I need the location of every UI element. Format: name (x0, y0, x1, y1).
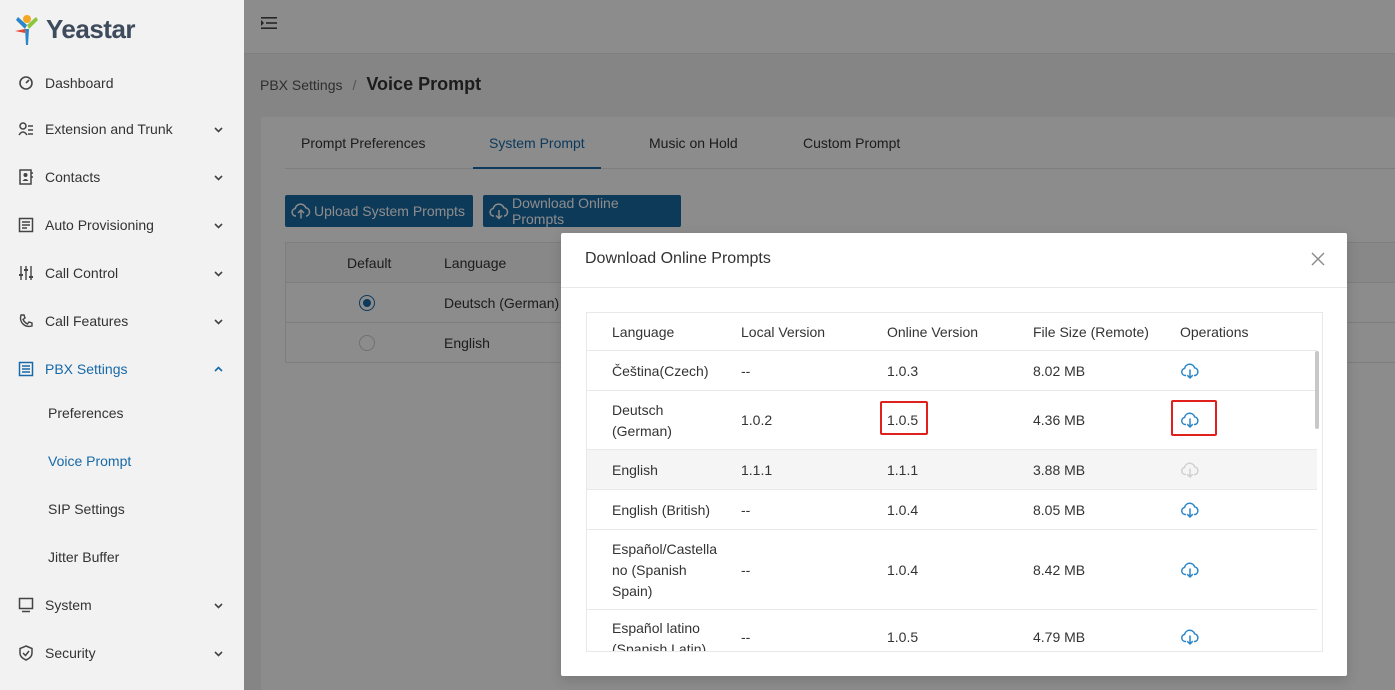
table-header: Language Local Version Online Version Fi… (587, 313, 1317, 351)
yeastar-logo-icon (15, 15, 38, 45)
sidebar-subitem-preferences[interactable]: Preferences (0, 389, 244, 437)
sidebar-item-contacts[interactable]: Contacts (0, 153, 244, 201)
cloud-download-icon[interactable] (1180, 628, 1200, 646)
language-cell: Deutsch (German) (612, 400, 672, 442)
online-version-highlight (880, 401, 928, 435)
sidebar-item-label: Extension and Trunk (45, 121, 173, 137)
pbx-settings-icon (18, 361, 34, 377)
language-line: no (Spanish (612, 562, 687, 578)
sidebar-item-security[interactable]: Security (0, 629, 244, 677)
chevron-down-icon (213, 314, 224, 330)
sidebar-item-call-control[interactable]: Call Control (0, 249, 244, 297)
sidebar-subitem-voice-prompt[interactable]: Voice Prompt (0, 437, 244, 485)
sidebar-item-label: Call Control (45, 265, 119, 281)
table-row: Español latino (Spanish Latin) -- 1.0.5 4.79… (587, 610, 1317, 652)
language-cell: Čeština(Czech) (612, 361, 708, 382)
sidebar-item-label: System (45, 597, 92, 613)
online-prompts-table: Language Local Version Online Version Fi… (586, 312, 1323, 652)
table-scrollbar[interactable] (1315, 351, 1319, 429)
yeastar-logo[interactable]: Yeastar (12, 10, 136, 48)
online-version-cell: 1.0.5 (887, 629, 919, 645)
language-line: Español/Castella (612, 541, 718, 557)
close-icon[interactable] (1311, 252, 1325, 266)
sidebar-item-label: Auto Provisioning (45, 217, 154, 233)
call-control-icon (18, 265, 34, 281)
dialog-title: Download Online Prompts (585, 250, 771, 267)
language-line: Čeština(Czech) (612, 363, 709, 379)
header-language: Language (612, 324, 675, 340)
cloud-download-icon (1180, 461, 1200, 479)
chevron-down-icon (213, 598, 224, 614)
header-local-version: Local Version (741, 324, 826, 340)
language-line: (Spanish Latin) (612, 641, 707, 652)
cloud-download-icon[interactable] (1180, 501, 1200, 519)
file-size-cell: 8.42 MB (1033, 562, 1086, 578)
table-row: English 1.1.1 1.1.1 3.88 MB (587, 450, 1317, 490)
chevron-down-icon (213, 646, 224, 662)
language-cell: Español/Castella no (Spanish Spain) (612, 539, 717, 602)
download-button-highlight (1171, 400, 1217, 436)
sidebar-item-system[interactable]: System (0, 581, 244, 629)
language-cell: Español latino (Spanish Latin) (612, 618, 707, 652)
header-online-version: Online Version (887, 324, 979, 340)
shield-icon (18, 645, 34, 661)
file-size-cell: 8.05 MB (1033, 502, 1086, 518)
language-line: English (612, 462, 658, 478)
sidebar-item-extension-and-trunk[interactable]: Extension and Trunk (0, 105, 244, 153)
cloud-download-icon[interactable] (1180, 561, 1200, 579)
dialog-header: Download Online Prompts (561, 233, 1347, 288)
cloud-download-icon[interactable] (1180, 362, 1200, 380)
phone-icon (18, 313, 34, 329)
table-row: English (British) -- 1.0.4 8.05 MB (587, 490, 1317, 530)
online-version-cell: 1.0.4 (887, 502, 919, 518)
chevron-up-icon (213, 362, 224, 378)
language-cell: English (British) (612, 500, 710, 521)
online-version-cell: 1.0.3 (887, 363, 919, 379)
provisioning-icon (18, 217, 34, 233)
language-line: Español latino (612, 620, 700, 636)
dashboard-icon (18, 75, 34, 91)
online-version-cell: 1.0.4 (887, 562, 919, 578)
download-online-prompts-dialog: Download Online Prompts Language Local V… (561, 233, 1347, 676)
sidebar-item-label: Contacts (45, 169, 101, 185)
local-version-cell: 1.0.2 (741, 412, 773, 428)
sidebar-item-pbx-settings[interactable]: PBX Settings (0, 345, 244, 393)
sidebar-item-call-features[interactable]: Call Features (0, 297, 244, 345)
language-cell: English (612, 460, 658, 481)
local-version-cell: 1.1.1 (741, 462, 773, 478)
sidebar-item-label: Call Features (45, 313, 129, 329)
header-operations: Operations (1180, 324, 1249, 340)
language-line: Spain) (612, 583, 653, 599)
sidebar-item-dashboard[interactable]: Dashboard (0, 59, 244, 107)
language-line: (German) (612, 423, 672, 439)
local-version-cell: -- (741, 502, 751, 518)
chevron-down-icon (213, 122, 224, 138)
table-row: Čeština(Czech) -- 1.0.3 8.02 MB (587, 351, 1317, 391)
table-row: Español/Castella no (Spanish Spain) -- 1.0.4… (587, 530, 1317, 610)
contacts-icon (18, 169, 34, 185)
local-version-cell: -- (741, 629, 751, 645)
sidebar-item-label: PBX Settings (45, 361, 128, 377)
online-version-cell: 1.1.1 (887, 462, 919, 478)
sidebar-item-auto-provisioning[interactable]: Auto Provisioning (0, 201, 244, 249)
sidebar-item-label: Dashboard (45, 75, 114, 91)
sidebar-subitem-jitter-buffer[interactable]: Jitter Buffer (0, 533, 244, 581)
brand-name: Yeastar (46, 13, 136, 44)
chevron-down-icon (213, 170, 224, 186)
language-line: English (British) (612, 502, 711, 518)
sidebar-item-label: Security (45, 645, 96, 661)
header-file-size: File Size (Remote) (1033, 324, 1149, 340)
file-size-cell: 8.02 MB (1033, 363, 1086, 379)
file-size-cell: 4.79 MB (1033, 629, 1086, 645)
chevron-down-icon (213, 218, 224, 234)
local-version-cell: -- (741, 562, 751, 578)
local-version-cell: -- (741, 363, 751, 379)
file-size-cell: 4.36 MB (1033, 412, 1086, 428)
file-size-cell: 3.88 MB (1033, 462, 1086, 478)
chevron-down-icon (213, 266, 224, 282)
extension-icon (18, 121, 34, 137)
language-line: Deutsch (612, 402, 664, 418)
system-icon (18, 597, 34, 613)
sidebar-subitem-sip-settings[interactable]: SIP Settings (0, 485, 244, 533)
